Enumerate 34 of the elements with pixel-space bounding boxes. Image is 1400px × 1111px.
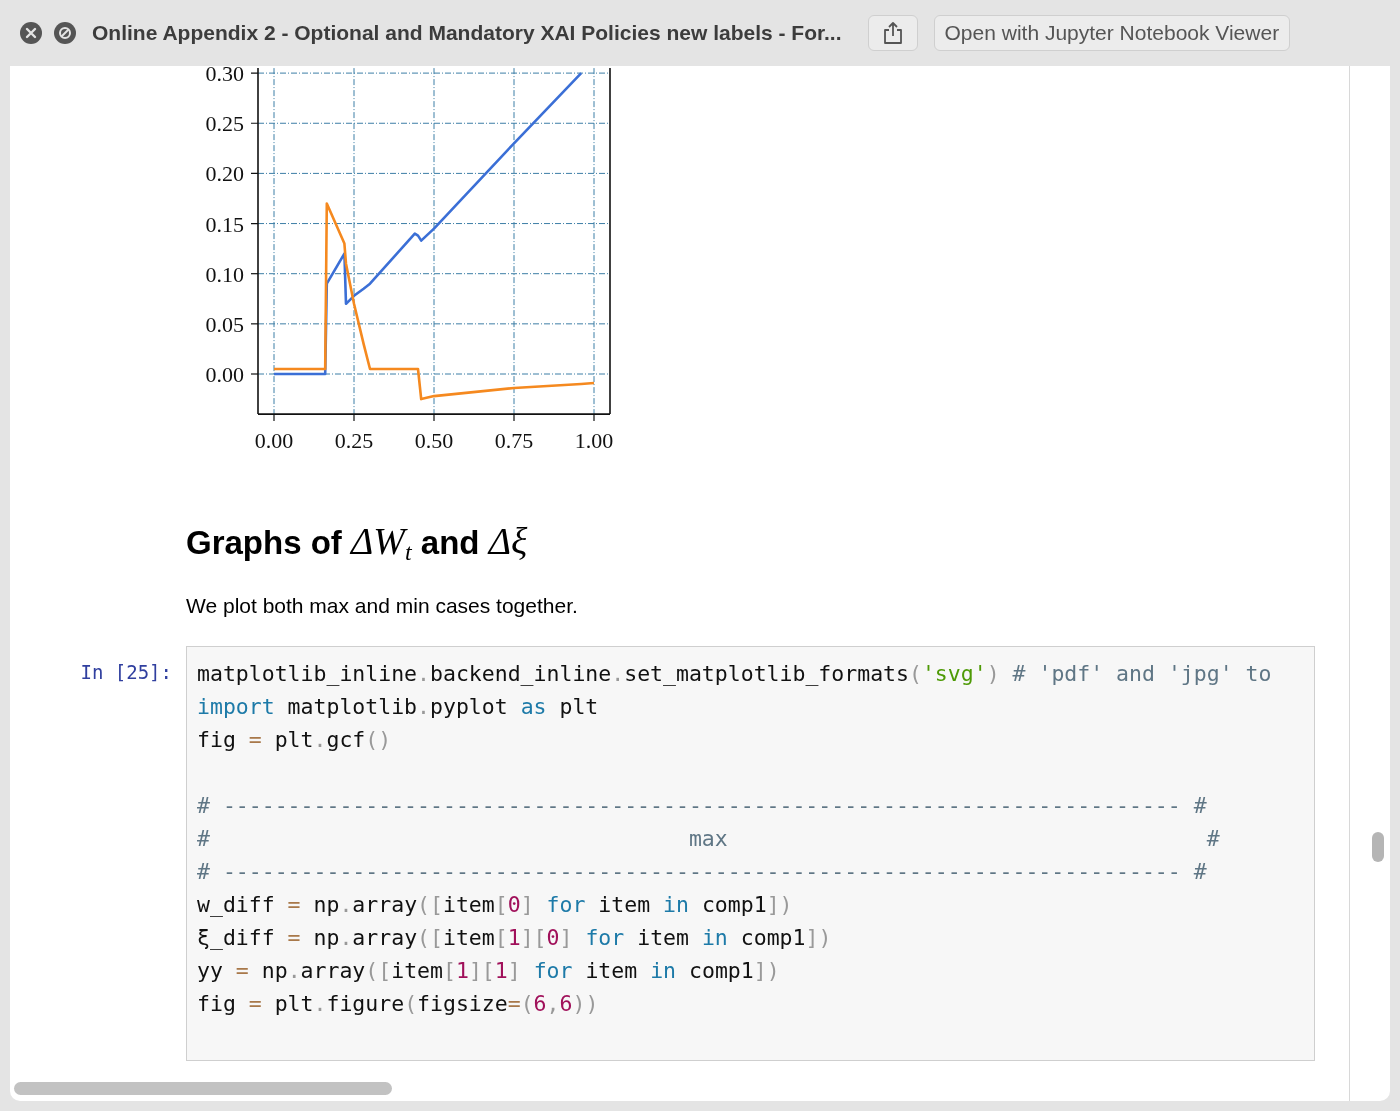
paragraph: We plot both max and min cases together. bbox=[186, 593, 579, 619]
code-cell[interactable] bbox=[186, 645, 1315, 1061]
code-line: # -------------------------------------------------------------------------- # bbox=[197, 791, 1207, 820]
close-icon[interactable] bbox=[20, 22, 42, 44]
cell-prompt: In [25]: bbox=[79, 659, 173, 685]
share-icon bbox=[882, 21, 903, 45]
share-button[interactable] bbox=[867, 15, 918, 51]
y-tick-label: 0.15 bbox=[205, 211, 244, 237]
x-tick-label: 0.50 bbox=[414, 428, 454, 454]
code-line: yy = np.array([item[1][1] for item in comp1]) bbox=[197, 956, 780, 985]
y-tick-label: 0.20 bbox=[205, 161, 244, 187]
x-tick-label: 0.25 bbox=[334, 428, 374, 454]
y-tick-label: 0.00 bbox=[205, 362, 244, 387]
window-title: Online Appendix 2 - Optional and Mandatory XAI Policies new labels - For... bbox=[92, 20, 842, 47]
y-tick-label: 0.05 bbox=[205, 311, 244, 337]
x-tick-label: 0.00 bbox=[254, 428, 294, 454]
code-line: # max # bbox=[197, 824, 1220, 853]
blocked-icon[interactable] bbox=[54, 22, 76, 44]
section-heading: Graphs of ΔW$_{t}$ and Δξ bbox=[185, 519, 529, 567]
code-line: import matplotlib.pyplot as plt bbox=[197, 692, 599, 721]
y-tick-label: 0.25 bbox=[205, 111, 244, 137]
code-line: w_diff = np.array([item[0] for item in comp1]) bbox=[197, 890, 793, 919]
open-with-viewer-button[interactable]: Open with Jupyter Notebook Viewer bbox=[933, 15, 1291, 51]
code-line: # -------------------------------------------------------------------------- # bbox=[197, 857, 1207, 886]
y-tick-label: 0.30 bbox=[205, 66, 244, 87]
code-line: ξ_diff = np.array([item[1][0] for item in comp1]) bbox=[197, 923, 832, 952]
code-line: fig = plt.gcf() bbox=[197, 725, 392, 754]
x-tick-label: 0.75 bbox=[494, 428, 534, 454]
x-tick-label: 1.00 bbox=[574, 428, 614, 454]
y-tick-label: 0.10 bbox=[205, 261, 244, 287]
code-line: fig = plt.figure(figsize=(6,6)) bbox=[197, 989, 599, 1018]
horizontal-scrollbar-thumb[interactable] bbox=[14, 1082, 392, 1095]
vertical-scrollbar-thumb[interactable] bbox=[1372, 832, 1384, 862]
code-line: matplotlib_inline.backend_inline.set_matplotlib_formats('svg') # 'pdf' and 'jpg' to bbox=[197, 659, 1272, 688]
